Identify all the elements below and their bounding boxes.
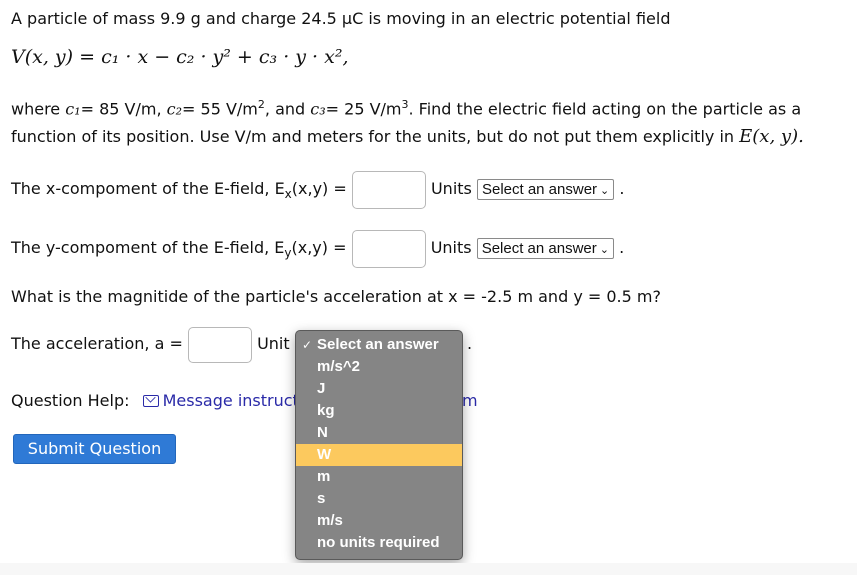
c3-label: c₃ [310, 99, 326, 119]
dropdown-option-label: kg [317, 402, 335, 419]
c2-suffix: , and [264, 99, 306, 119]
ey-label-post: (x,y) = [291, 238, 347, 257]
dropdown-option[interactable]: kg [296, 400, 462, 422]
chevron-down-icon: ⌄ [600, 185, 610, 197]
c1-label: c₁ [65, 99, 81, 119]
ey-row: The y-compoment of the E-field, Ey(x,y) … [11, 229, 625, 268]
ex-units-label: Units [430, 179, 472, 198]
ex-label-post: (x,y) = [291, 179, 347, 198]
dropdown-option[interactable]: N [296, 422, 462, 444]
ex-units-select[interactable]: Select an answer ⌄ [476, 179, 615, 200]
dropdown-option[interactable]: s [296, 488, 462, 510]
ey-label: The y-compoment of the E-field, E [11, 238, 285, 257]
equation-text: V(x, y) = c₁ · x − c₂ · y² + c₃ · y · x²… [11, 46, 349, 68]
mail-icon [142, 394, 159, 407]
dropdown-option-label: m [317, 468, 331, 485]
ex-answer-input[interactable] [351, 170, 426, 209]
dropdown-option-label: W [317, 446, 332, 463]
dropdown-option[interactable]: m [296, 466, 462, 488]
units-dropdown-menu[interactable]: ✓ Select an answer m/s^2 Jkg N Wm s m/s no units… [295, 330, 463, 560]
message-instructor-text: Message instructor [162, 391, 316, 410]
page-bottom-strip [0, 563, 857, 575]
dropdown-option[interactable]: m/s^2 [296, 356, 462, 378]
submit-question-button[interactable]: Submit Question [13, 434, 176, 464]
c2-label: c₂ [166, 99, 183, 119]
c3-value: = 25 V/m [325, 99, 402, 119]
acceleration-answer-input[interactable] [187, 326, 252, 363]
question-help-label: Question Help: [11, 391, 130, 410]
checkmark-icon: ✓ [302, 338, 313, 352]
dropdown-option-label: J [317, 380, 326, 397]
message-instructor-link[interactable]: Message instructor [142, 391, 316, 410]
ex-label: The x-compoment of the E-field, E [11, 179, 285, 198]
ey-units-select[interactable]: Select an answer ⌄ [476, 238, 614, 259]
where-text: where [11, 99, 61, 119]
dropdown-option-label: m/s [317, 512, 343, 529]
acceleration-period: . [467, 334, 473, 353]
dropdown-option-label: Select an answer [317, 336, 439, 353]
acceleration-question: What is the magnitide of the particle's … [11, 287, 661, 306]
potential-equation: V(x, y) = c₁ · x − c₂ · y² + c₃ · y · x²… [11, 46, 349, 68]
ex-label-sub: x [284, 187, 292, 201]
instructions-line: function of its position. Use V/m and me… [11, 126, 804, 147]
ex-period: . [619, 179, 625, 198]
instructions-text: function of its position. Use V/m and me… [11, 127, 735, 146]
efield-symbol: E [739, 126, 753, 147]
ey-period: . [619, 238, 625, 257]
c3-suffix: . Find the electric field acting on the … [408, 99, 802, 119]
dropdown-option[interactable]: W [296, 444, 462, 466]
ey-label-sub: y [284, 246, 292, 260]
acceleration-units-label: Unit [257, 334, 290, 353]
dropdown-option-label: s [317, 490, 326, 507]
ey-select-value: Select an answer [481, 240, 597, 257]
help-link-tail[interactable]: m [462, 391, 478, 410]
dropdown-option-label: no units required [317, 534, 440, 551]
dropdown-option[interactable]: ✓ Select an answer [296, 334, 462, 356]
dropdown-option[interactable]: no units required [296, 532, 462, 554]
acceleration-label: The acceleration, a = [11, 334, 183, 353]
dropdown-option[interactable]: J [296, 378, 462, 400]
efield-args: (x, y). [752, 126, 804, 147]
problem-intro: A particle of mass 9.9 g and charge 24.5… [11, 9, 671, 28]
c3-exp: 3 [401, 98, 409, 111]
dropdown-option-label: m/s^2 [317, 358, 360, 375]
ex-row: The x-compoment of the E-field, Ex(x,y) … [11, 170, 625, 209]
ey-units-label: Units [430, 238, 472, 257]
c2-exp: 2 [257, 98, 265, 111]
ey-answer-input[interactable] [351, 229, 426, 268]
dropdown-option-label: N [317, 424, 328, 441]
acceleration-row: The acceleration, a = Unit [11, 326, 290, 363]
question-help: Question Help: Message instructor [11, 391, 315, 410]
c1-value: = 85 V/m, [80, 99, 162, 119]
c2-value: = 55 V/m [182, 99, 258, 119]
dropdown-option[interactable]: m/s [296, 510, 462, 532]
ex-select-value: Select an answer [481, 181, 598, 198]
chevron-down-icon: ⌄ [599, 244, 609, 256]
constants-line: where c₁= 85 V/m, c₂= 55 V/m2, and c₃= 2… [11, 98, 801, 118]
